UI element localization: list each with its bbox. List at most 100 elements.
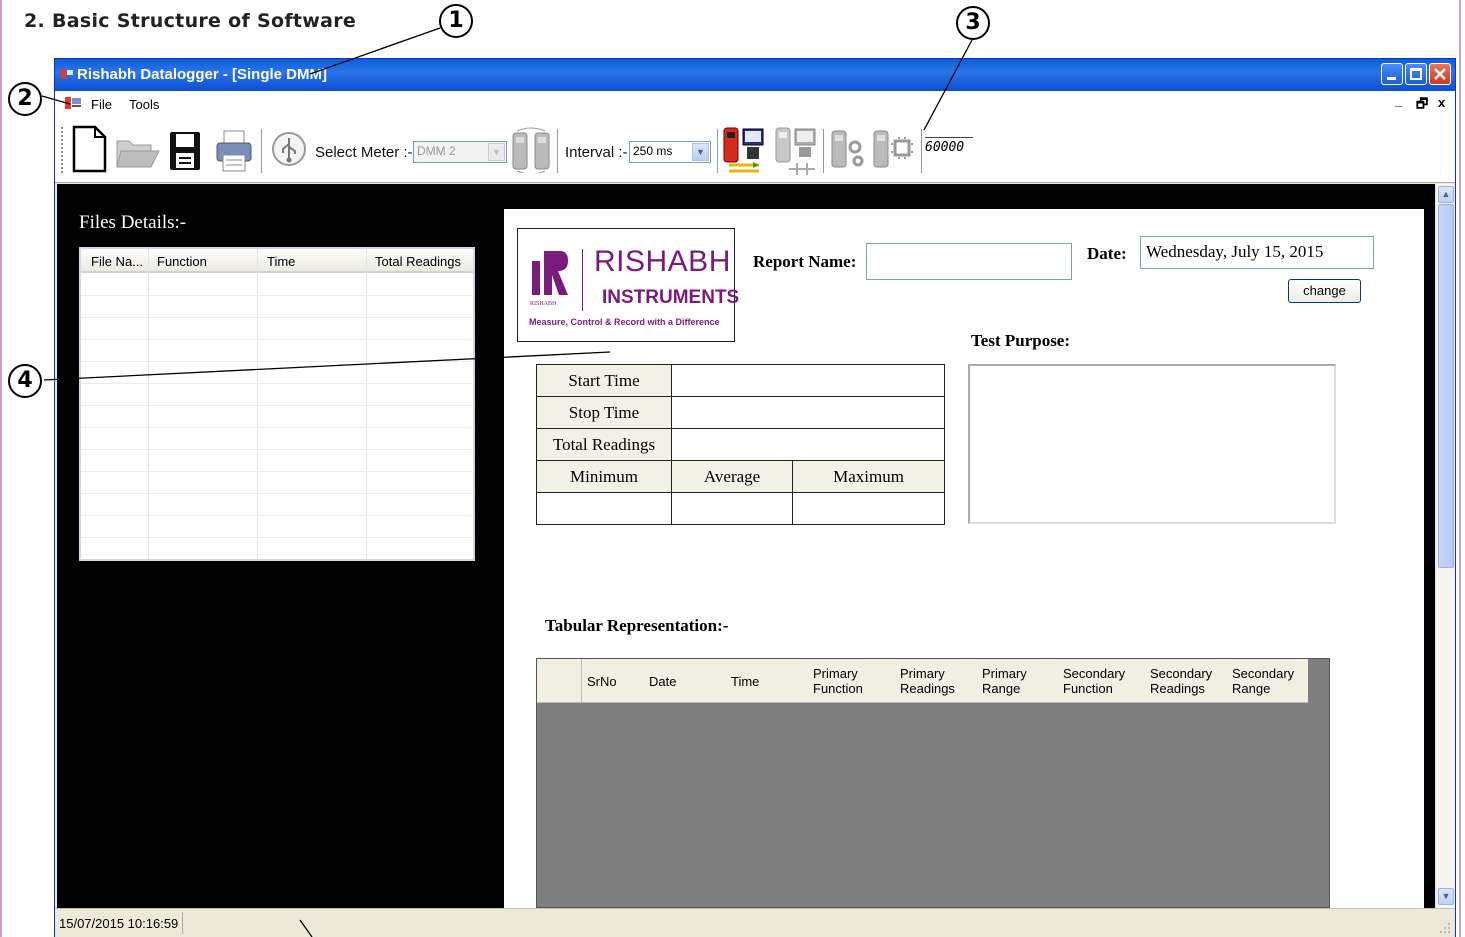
meter-pair-icon[interactable]	[511, 127, 551, 173]
maximize-button[interactable]	[1405, 63, 1427, 85]
grid-row-line	[81, 515, 473, 516]
mdi-close-icon[interactable]: x	[1438, 95, 1445, 110]
scrollbar-thumb[interactable]	[1438, 204, 1454, 568]
start-time-label: Start Time	[536, 364, 672, 397]
menu-bar: File Tools _ 🗗 x	[55, 91, 1455, 117]
menu-file[interactable]: File	[91, 97, 112, 112]
column-header-secondary-function[interactable]: Secondary Function	[1063, 666, 1133, 696]
meter-settings-icon[interactable]	[831, 129, 865, 173]
column-header-primary-range[interactable]: Primary Range	[982, 666, 1032, 696]
open-folder-icon[interactable]	[115, 135, 161, 171]
column-header-primary-readings[interactable]: Primary Readings	[900, 666, 960, 696]
report-page: RISHABH RISHABH INSTRUMENTS Measure, Con…	[504, 209, 1424, 908]
app-icon	[61, 69, 73, 79]
files-details-title: Files Details:-	[79, 212, 187, 233]
document-menu-icon[interactable]	[65, 96, 81, 110]
page-right-rule	[1459, 0, 1461, 937]
minimize-button[interactable]	[1381, 63, 1403, 85]
close-icon	[1434, 68, 1446, 80]
average-header: Average	[670, 460, 794, 493]
report-name-label: Report Name:	[753, 252, 857, 271]
date-label: Date:	[1087, 244, 1127, 263]
column-header-secondary-readings[interactable]: Secondary Readings	[1150, 666, 1220, 696]
files-grid-header: File Na... Function Time Total Readings	[81, 249, 473, 273]
column-header-time[interactable]: Time	[731, 674, 759, 689]
stop-time-value	[671, 396, 945, 429]
test-purpose-label: Test Purpose:	[971, 331, 1071, 350]
resize-grip-icon[interactable]	[1439, 922, 1451, 934]
mdi-minimize-icon[interactable]: _	[1395, 93, 1402, 108]
meter-lcd-icon[interactable]	[873, 129, 915, 173]
interval-value: 250 ms	[633, 144, 673, 158]
title-bar[interactable]: Rishabh Datalogger - [Single DMM]	[55, 59, 1455, 91]
column-header-secondary-range[interactable]: Secondary Range	[1232, 666, 1302, 696]
rishabh-logo-mark-icon	[532, 251, 568, 295]
usb-icon[interactable]	[271, 131, 307, 167]
meter-network-icon[interactable]	[775, 125, 819, 175]
report-name-input[interactable]	[866, 243, 1072, 280]
page-heading: 2. Basic Structure of Software	[24, 10, 357, 32]
logo-small-text: RISHABH	[530, 301, 557, 307]
toolbar-separator	[717, 129, 718, 173]
row-header-cell	[537, 659, 582, 703]
page-left-rule	[0, 0, 2, 937]
interval-dropdown[interactable]: 250 ms ▼	[629, 141, 711, 163]
logo-brand-line1: RISHABH	[594, 245, 731, 278]
change-date-button[interactable]: change	[1288, 279, 1361, 303]
grid-row-line	[81, 361, 473, 362]
grid-row-line	[81, 427, 473, 428]
readings-grid[interactable]: SrNo Date Time Primary Function Primary …	[536, 658, 1330, 908]
toolbar: Select Meter :- DMM 2 ▼ Interval :- 250 …	[55, 117, 1455, 183]
scroll-up-button[interactable]: ▲	[1438, 186, 1454, 203]
logo-tagline: Measure, Control & Record with a Differe…	[529, 317, 720, 327]
new-file-icon[interactable]	[71, 125, 107, 173]
select-meter-label: Select Meter :-	[315, 144, 413, 161]
save-disk-icon[interactable]	[169, 131, 201, 171]
column-header-function[interactable]: Function	[157, 254, 207, 269]
column-header-primary-function[interactable]: Primary Function	[813, 666, 873, 696]
maximum-value	[792, 492, 945, 525]
meter-pc-link-icon[interactable]	[723, 125, 767, 175]
scroll-down-button[interactable]: ▼	[1438, 888, 1454, 905]
files-details-grid[interactable]: File Na... Function Time Total Readings	[79, 247, 475, 561]
status-bar: 15/07/2015 10:16:59	[55, 908, 1455, 937]
toolbar-grip[interactable]	[61, 127, 63, 173]
grid-row-line	[81, 449, 473, 450]
stop-time-label: Stop Time	[536, 396, 672, 429]
total-readings-label: Total Readings	[536, 428, 672, 461]
column-header-total-readings[interactable]: Total Readings	[375, 254, 461, 269]
summary-table: Start Time Stop Time Total Readings Mini…	[536, 364, 945, 525]
maximum-header: Maximum	[792, 460, 945, 493]
select-meter-value: DMM 2	[417, 144, 456, 158]
date-field[interactable]: Wednesday, July 15, 2015	[1140, 236, 1374, 269]
toolbar-separator	[823, 129, 824, 173]
grid-row-line	[81, 339, 473, 340]
app-window: Rishabh Datalogger - [Single DMM] File T…	[54, 58, 1456, 937]
column-header-time[interactable]: Time	[267, 254, 295, 269]
average-value	[670, 492, 794, 525]
minimum-header: Minimum	[536, 460, 672, 493]
tabular-representation-label: Tabular Representation:-	[545, 616, 729, 635]
start-time-value	[671, 364, 945, 397]
chevron-down-icon: ▼	[692, 143, 709, 161]
callout-3: 3	[956, 6, 990, 40]
toolbar-separator	[921, 129, 922, 173]
callout-1: 1	[439, 4, 473, 38]
mdi-restore-icon[interactable]: 🗗	[1416, 95, 1428, 117]
close-button[interactable]	[1429, 63, 1451, 85]
column-header-file-name[interactable]: File Na...	[91, 254, 143, 269]
column-header-date[interactable]: Date	[649, 674, 676, 689]
grid-row-line	[81, 317, 473, 318]
minimize-icon	[1387, 77, 1396, 80]
rishabh-logo: RISHABH RISHABH INSTRUMENTS Measure, Con…	[517, 228, 739, 342]
select-meter-dropdown[interactable]: DMM 2 ▼	[413, 141, 507, 163]
column-header-srno[interactable]: SrNo	[587, 674, 617, 689]
menu-tools[interactable]: Tools	[129, 97, 159, 112]
printer-icon[interactable]	[215, 129, 253, 173]
test-purpose-textarea[interactable]	[968, 364, 1336, 524]
interval-label: Interval :-	[565, 144, 628, 161]
total-readings-value	[671, 428, 945, 461]
grid-row-line	[81, 537, 473, 538]
readings-grid-header: SrNo Date Time Primary Function Primary …	[537, 659, 1308, 703]
vertical-scrollbar[interactable]: ▲ ▼	[1435, 184, 1455, 908]
